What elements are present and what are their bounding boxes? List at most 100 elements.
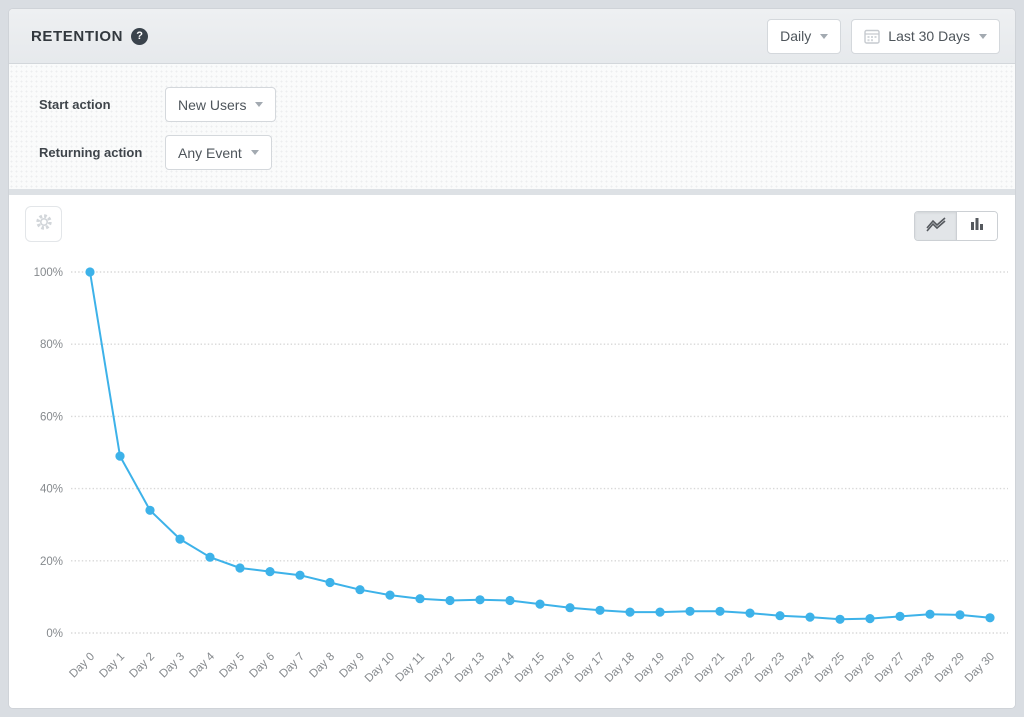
data-point[interactable] bbox=[265, 567, 274, 576]
data-point[interactable] bbox=[595, 606, 604, 615]
date-range-value: Last 30 Days bbox=[888, 28, 970, 44]
line-chart-icon bbox=[925, 216, 947, 237]
x-axis-tick-label: Day 4 bbox=[187, 650, 217, 680]
data-point[interactable] bbox=[475, 595, 484, 604]
x-axis-tick-label: Day 30 bbox=[963, 651, 997, 685]
data-point[interactable] bbox=[775, 611, 784, 620]
data-point[interactable] bbox=[805, 613, 814, 622]
x-axis-tick-label: Day 23 bbox=[753, 651, 787, 685]
x-axis-tick-label: Day 18 bbox=[603, 651, 637, 685]
x-axis-tick-label: Day 0 bbox=[67, 651, 97, 681]
data-point[interactable] bbox=[895, 612, 904, 621]
x-axis-tick-label: Day 24 bbox=[783, 650, 818, 685]
help-icon[interactable]: ? bbox=[131, 28, 148, 45]
date-range-dropdown[interactable]: Last 30 Days bbox=[851, 19, 1000, 54]
returning-action-label: Returning action bbox=[39, 145, 165, 160]
y-axis-tick-label: 20% bbox=[40, 556, 63, 568]
bar-chart-toggle-button[interactable] bbox=[956, 212, 997, 240]
calendar-icon bbox=[864, 28, 880, 44]
chart-toolbar bbox=[9, 195, 1015, 250]
retention-line bbox=[90, 272, 990, 619]
retention-line-chart[interactable]: 100%80%60%40%20%0%Day 0Day 1Day 2Day 3Da… bbox=[9, 250, 1015, 709]
start-action-row: Start action New Users bbox=[39, 87, 1015, 122]
y-axis-tick-label: 60% bbox=[40, 411, 63, 423]
x-axis-tick-label: Day 22 bbox=[723, 651, 757, 685]
data-point[interactable] bbox=[925, 610, 934, 619]
start-action-label: Start action bbox=[39, 97, 165, 112]
data-point[interactable] bbox=[535, 600, 544, 609]
data-point[interactable] bbox=[145, 506, 154, 515]
chart-settings-button[interactable] bbox=[25, 206, 62, 242]
retention-report-card: RETENTION ? Daily bbox=[8, 8, 1016, 709]
x-axis-tick-label: Day 26 bbox=[843, 651, 877, 685]
data-point[interactable] bbox=[175, 535, 184, 544]
chevron-down-icon bbox=[820, 34, 828, 39]
x-axis-tick-label: Day 19 bbox=[633, 651, 667, 685]
y-axis-tick-label: 80% bbox=[40, 339, 63, 351]
x-axis-tick-label: Day 13 bbox=[453, 651, 487, 685]
x-axis-tick-label: Day 21 bbox=[693, 651, 727, 685]
x-axis-tick-label: Day 20 bbox=[663, 651, 697, 685]
data-point[interactable] bbox=[955, 610, 964, 619]
line-chart-toggle-button[interactable] bbox=[915, 212, 956, 240]
data-point[interactable] bbox=[565, 603, 574, 612]
data-point[interactable] bbox=[445, 596, 454, 605]
x-axis-tick-label: Day 11 bbox=[393, 651, 427, 685]
x-axis-tick-label: Day 1 bbox=[97, 651, 127, 681]
x-axis-tick-label: Day 10 bbox=[363, 651, 397, 685]
x-axis-tick-label: Day 6 bbox=[247, 651, 277, 681]
x-axis-tick-label: Day 12 bbox=[423, 651, 457, 685]
start-action-value: New Users bbox=[178, 97, 246, 113]
y-axis-tick-label: 100% bbox=[34, 267, 63, 279]
x-axis-tick-label: Day 29 bbox=[933, 651, 967, 685]
bar-chart-icon bbox=[969, 216, 985, 237]
data-point[interactable] bbox=[355, 585, 364, 594]
y-axis-tick-label: 0% bbox=[46, 628, 63, 640]
returning-action-row: Returning action Any Event bbox=[39, 135, 1015, 170]
granularity-value: Daily bbox=[780, 28, 811, 44]
report-header: RETENTION ? Daily bbox=[9, 9, 1015, 64]
data-point[interactable] bbox=[835, 615, 844, 624]
filters-panel: Start action New Users Returning action … bbox=[9, 64, 1015, 189]
data-point[interactable] bbox=[655, 608, 664, 617]
x-axis-tick-label: Day 28 bbox=[903, 651, 937, 685]
data-point[interactable] bbox=[385, 591, 394, 600]
data-point[interactable] bbox=[205, 553, 214, 562]
data-point[interactable] bbox=[295, 571, 304, 580]
returning-action-value: Any Event bbox=[178, 145, 242, 161]
gear-icon bbox=[35, 213, 53, 236]
x-axis-tick-label: Day 25 bbox=[813, 651, 847, 685]
data-point[interactable] bbox=[115, 452, 124, 461]
page-background: RETENTION ? Daily bbox=[0, 0, 1024, 717]
x-axis-tick-label: Day 14 bbox=[483, 650, 518, 685]
y-axis-tick-label: 40% bbox=[40, 484, 63, 496]
chevron-down-icon bbox=[251, 150, 259, 155]
x-axis-tick-label: Day 2 bbox=[127, 651, 157, 681]
data-point[interactable] bbox=[865, 614, 874, 623]
data-point[interactable] bbox=[685, 607, 694, 616]
data-point[interactable] bbox=[235, 563, 244, 572]
x-axis-tick-label: Day 3 bbox=[157, 651, 187, 681]
x-axis-tick-label: Day 27 bbox=[873, 651, 907, 685]
data-point[interactable] bbox=[415, 594, 424, 603]
data-point[interactable] bbox=[715, 607, 724, 616]
start-action-select[interactable]: New Users bbox=[165, 87, 276, 122]
chart-section: 100%80%60%40%20%0%Day 0Day 1Day 2Day 3Da… bbox=[9, 195, 1015, 709]
chevron-down-icon bbox=[255, 102, 263, 107]
data-point[interactable] bbox=[85, 267, 94, 276]
page-title: RETENTION bbox=[31, 28, 123, 45]
x-axis-tick-label: Day 15 bbox=[513, 651, 547, 685]
returning-action-select[interactable]: Any Event bbox=[165, 135, 272, 170]
chart-type-toggle bbox=[914, 211, 998, 241]
x-axis-tick-label: Day 7 bbox=[277, 651, 307, 681]
data-point[interactable] bbox=[625, 608, 634, 617]
data-point[interactable] bbox=[505, 596, 514, 605]
x-axis-tick-label: Day 16 bbox=[543, 651, 577, 685]
x-axis-tick-label: Day 17 bbox=[573, 651, 607, 685]
chevron-down-icon bbox=[979, 34, 987, 39]
data-point[interactable] bbox=[985, 613, 994, 622]
x-axis-tick-label: Day 5 bbox=[217, 651, 247, 681]
data-point[interactable] bbox=[325, 578, 334, 587]
data-point[interactable] bbox=[745, 609, 754, 618]
granularity-dropdown[interactable]: Daily bbox=[767, 19, 841, 54]
